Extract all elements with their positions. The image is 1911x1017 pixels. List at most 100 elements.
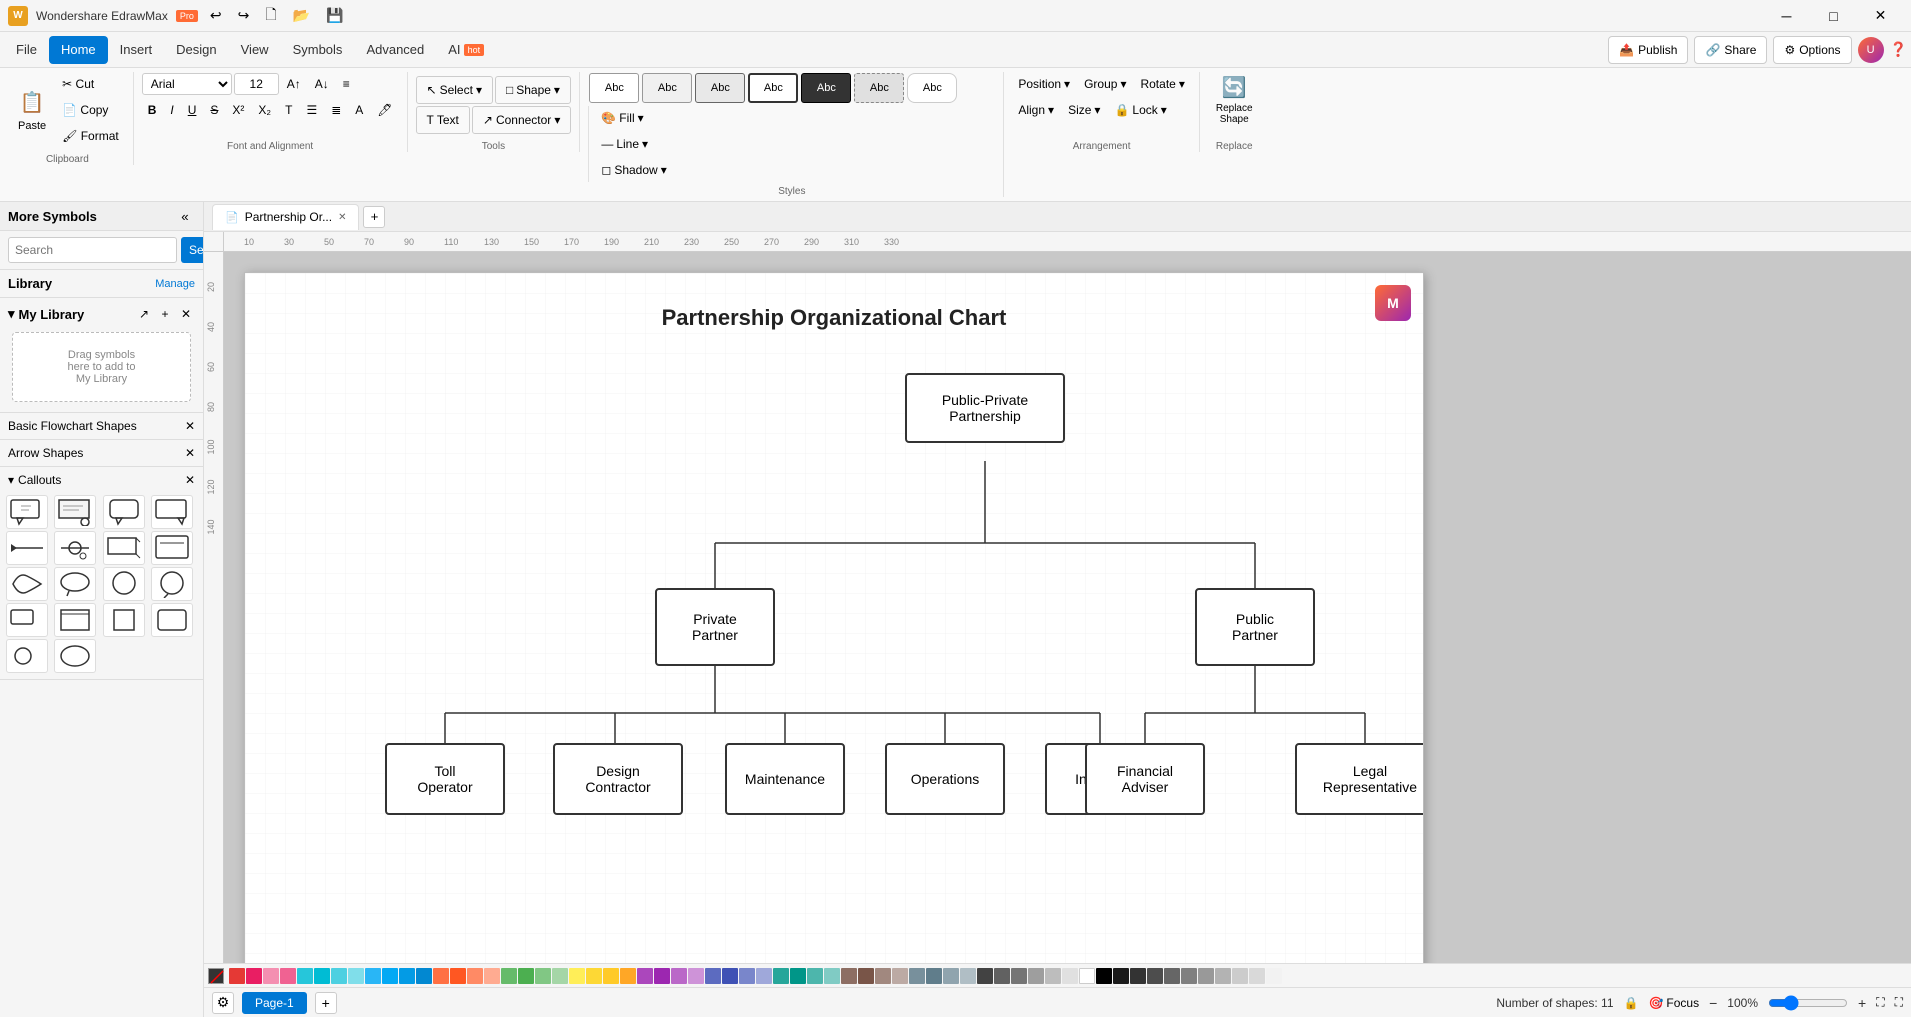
color-green4[interactable] (552, 968, 568, 984)
close-basic-flowchart-btn[interactable]: ✕ (185, 419, 195, 433)
shape-btn[interactable]: □ Shape ▾ (495, 76, 571, 104)
callouts-header[interactable]: ▾ Callouts ✕ (0, 469, 203, 491)
org-node-design-contractor[interactable]: DesignContractor (553, 743, 683, 815)
font-increase-btn[interactable]: A↑ (281, 72, 307, 96)
publish-btn[interactable]: 📤 Publish (1608, 36, 1688, 64)
color-brown3[interactable] (875, 968, 891, 984)
org-node-private-partner[interactable]: PrivatePartner (655, 588, 775, 666)
color-bluegrey3[interactable] (943, 968, 959, 984)
color-deep-orange[interactable] (450, 968, 466, 984)
menu-ai[interactable]: AI hot (436, 36, 496, 64)
bold-btn[interactable]: B (142, 98, 163, 122)
color-grey3[interactable] (1028, 968, 1044, 984)
position-btn[interactable]: Position ▾ (1012, 72, 1076, 96)
new-btn[interactable]: 🗋 (261, 4, 280, 28)
color-light4[interactable] (1249, 968, 1265, 984)
callout-shape-5[interactable] (6, 531, 48, 565)
callout-shape-14[interactable] (54, 603, 96, 637)
redo-btn[interactable]: ↪ (234, 7, 254, 24)
help-btn[interactable]: ❓ (1890, 41, 1907, 58)
search-input[interactable] (8, 237, 177, 263)
callout-shape-11[interactable] (103, 567, 145, 601)
color-yellow[interactable] (569, 968, 585, 984)
callout-shape-18[interactable] (54, 639, 96, 673)
color-cyan[interactable] (297, 968, 313, 984)
bullet-btn[interactable]: ☰ (300, 98, 323, 122)
collapse-sidebar-btn[interactable]: « (175, 206, 195, 226)
paste-btn[interactable]: 📋 Paste (10, 82, 54, 138)
callout-shape-10[interactable] (54, 567, 96, 601)
options-btn[interactable]: ⚙ Options (1773, 36, 1851, 64)
color-grey-dark[interactable] (977, 968, 993, 984)
zoom-out-btn[interactable]: − (1709, 995, 1717, 1011)
color-bluegrey4[interactable] (960, 968, 976, 984)
select-btn[interactable]: ↖ Select ▾ (416, 76, 493, 104)
font-family-select[interactable]: Arial (142, 73, 232, 95)
color-yellow2[interactable] (586, 968, 602, 984)
callout-shape-13[interactable] (6, 603, 48, 637)
color-dark1[interactable] (1130, 968, 1146, 984)
color-rose[interactable] (280, 968, 296, 984)
color-cyan-light[interactable] (348, 968, 364, 984)
color-red[interactable] (229, 968, 245, 984)
focus-btn[interactable]: 🎯 Focus (1648, 996, 1699, 1010)
org-node-public-partner[interactable]: PublicPartner (1195, 588, 1315, 666)
connector-btn[interactable]: ↗ Connector ▾ (472, 106, 571, 134)
lock-btn[interactable]: 🔒 Lock ▾ (1108, 98, 1172, 122)
color-pink-light[interactable] (263, 968, 279, 984)
align-ribbon-btn[interactable]: Align ▾ (1012, 98, 1060, 122)
share-btn[interactable]: 🔗 Share (1694, 36, 1767, 64)
zoom-in-btn[interactable]: + (1858, 995, 1866, 1011)
search-button[interactable]: Search (181, 237, 204, 263)
add-page-btn[interactable]: + (315, 992, 337, 1014)
canvas-paper[interactable]: Partnership Organizational Chart Public-… (244, 272, 1424, 963)
color-indigo3[interactable] (739, 968, 755, 984)
superscript-btn[interactable]: X² (226, 98, 250, 122)
menu-view[interactable]: View (229, 36, 281, 64)
text-btn[interactable]: T Text (416, 106, 470, 134)
color-green[interactable] (501, 968, 517, 984)
color-white[interactable] (1079, 968, 1095, 984)
color-bluegrey2[interactable] (926, 968, 942, 984)
color-dark3[interactable] (1164, 968, 1180, 984)
minimize-btn[interactable]: ─ (1764, 0, 1809, 32)
close-btn[interactable]: ✕ (1858, 0, 1903, 32)
text-size-btn[interactable]: T (279, 98, 298, 122)
font-size-input[interactable] (234, 73, 279, 95)
color-blue2[interactable] (382, 968, 398, 984)
style-swatch-2[interactable]: Abc (642, 73, 692, 103)
color-teal5[interactable] (824, 968, 840, 984)
arrow-shapes-header[interactable]: Arrow Shapes ✕ (0, 442, 203, 464)
callout-shape-15[interactable] (103, 603, 145, 637)
color-orange4[interactable] (620, 968, 636, 984)
color-light3[interactable] (1232, 968, 1248, 984)
style-swatch-5[interactable]: Abc (801, 73, 851, 103)
menu-symbols[interactable]: Symbols (281, 36, 355, 64)
org-node-operations[interactable]: Operations (885, 743, 1005, 815)
org-node-financial-adviser[interactable]: FinancialAdviser (1085, 743, 1205, 815)
org-node-maintenance[interactable]: Maintenance (725, 743, 845, 815)
callout-shape-17[interactable] (6, 639, 48, 673)
copy-btn[interactable]: 📄 Copy (56, 98, 125, 122)
open-btn[interactable]: 📂 (289, 7, 314, 24)
zoom-slider[interactable] (1768, 995, 1848, 1011)
callout-shape-12[interactable] (151, 567, 193, 601)
color-indigo2[interactable] (722, 968, 738, 984)
callout-shape-6[interactable] (54, 531, 96, 565)
color-teal3[interactable] (790, 968, 806, 984)
manage-btn[interactable]: Manage (155, 278, 195, 290)
export-library-btn[interactable]: ↗ (135, 305, 153, 323)
user-avatar[interactable]: U (1858, 37, 1884, 63)
color-cyan2[interactable] (331, 968, 347, 984)
color-mid[interactable] (1181, 968, 1197, 984)
color-grey[interactable] (994, 968, 1010, 984)
color-teal2[interactable] (773, 968, 789, 984)
rotate-btn[interactable]: Rotate ▾ (1134, 72, 1190, 96)
no-fill-btn[interactable] (208, 968, 224, 984)
style-swatch-6[interactable]: Abc (854, 73, 904, 103)
add-library-btn[interactable]: + (156, 305, 174, 323)
page-settings-btn[interactable]: ⚙ (212, 992, 234, 1014)
callout-shape-7[interactable] (103, 531, 145, 565)
callout-shape-8[interactable] (151, 531, 193, 565)
color-near-black[interactable] (1113, 968, 1129, 984)
